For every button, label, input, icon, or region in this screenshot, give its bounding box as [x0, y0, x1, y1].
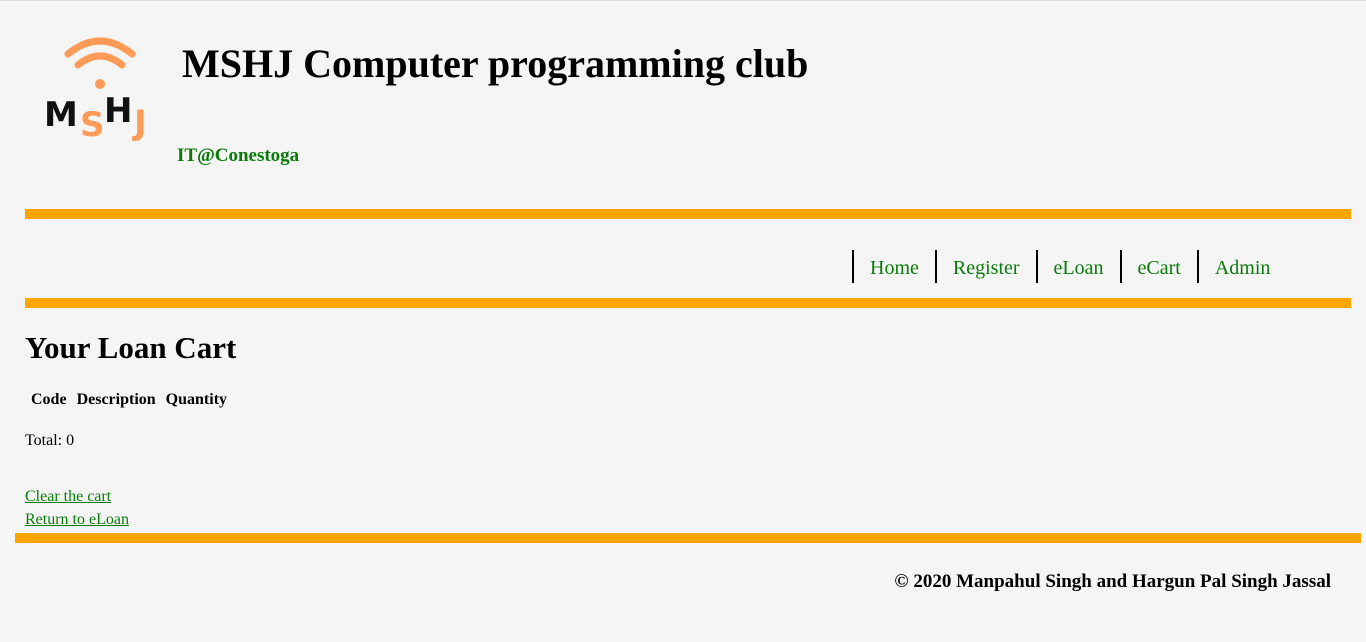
footer-divider-bar: [15, 533, 1361, 543]
svg-text:S: S: [80, 105, 105, 144]
svg-text:H: H: [104, 91, 132, 131]
nav-register-link[interactable]: Register: [934, 250, 1036, 283]
nav-home-link[interactable]: Home: [852, 250, 935, 283]
site-title: MSHJ Computer programming club: [182, 41, 809, 86]
main-nav: Home Register eLoan eCart Admin: [852, 250, 1319, 283]
club-logo: M S H J: [40, 34, 160, 145]
return-to-eloan-link[interactable]: Return to eLoan: [25, 511, 129, 529]
table-header-row: Code Description Quantity: [27, 390, 231, 410]
column-header-code: Code: [31, 391, 67, 408]
top-border: [0, 0, 1366, 1]
column-header-quantity: Quantity: [165, 391, 228, 408]
svg-text:J: J: [132, 103, 147, 143]
nav-eloan-link[interactable]: eLoan: [1035, 250, 1120, 283]
footer-copyright: © 2020 Manpahul Singh and Hargun Pal Sin…: [894, 571, 1331, 592]
nav-ecart-link[interactable]: eCart: [1119, 250, 1197, 283]
page-title: Your Loan Cart: [25, 330, 237, 365]
nav-divider-bar: [25, 298, 1351, 308]
loan-cart-table: Code Description Quantity: [25, 388, 233, 412]
site-subtitle: IT@Conestoga: [177, 145, 300, 166]
svg-text:M: M: [44, 95, 78, 135]
header-divider-bar: [25, 209, 1351, 219]
nav-admin-link[interactable]: Admin: [1196, 250, 1320, 283]
cart-total: Total: 0: [25, 432, 75, 449]
wifi-logo-icon: M S H J: [44, 37, 147, 145]
column-header-description: Description: [76, 391, 156, 408]
clear-cart-link[interactable]: Clear the cart: [25, 488, 111, 506]
